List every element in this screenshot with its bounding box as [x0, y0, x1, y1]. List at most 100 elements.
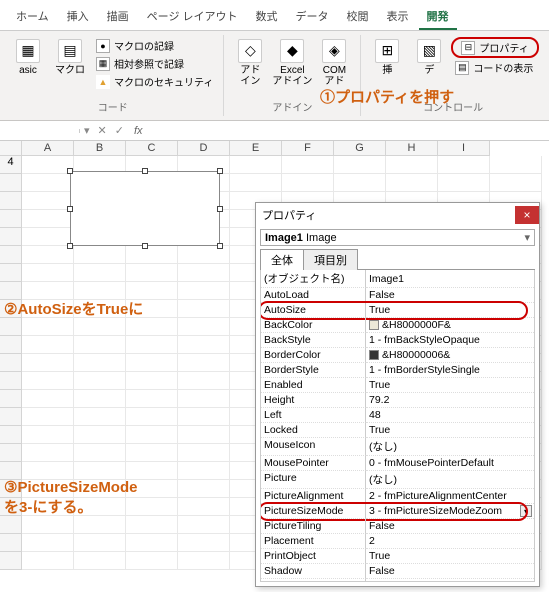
macro-security-button[interactable]: ▲マクロのセキュリティ	[92, 73, 217, 90]
record-macro-button[interactable]: ●マクロの記録	[92, 37, 217, 54]
cell[interactable]	[74, 318, 126, 336]
property-row-Locked[interactable]: LockedTrue	[261, 423, 534, 438]
cell[interactable]	[74, 300, 126, 318]
col-header-H[interactable]: H	[386, 141, 438, 156]
cell[interactable]	[178, 534, 230, 552]
property-value[interactable]: True	[366, 378, 534, 393]
cell[interactable]	[126, 336, 178, 354]
col-header-E[interactable]: E	[230, 141, 282, 156]
view-code-button[interactable]: ▤コードの表示	[451, 59, 538, 76]
cell[interactable]	[386, 156, 438, 174]
resize-handle[interactable]	[67, 243, 73, 249]
visual-basic-button[interactable]: ▦ asic	[8, 37, 48, 78]
property-value[interactable]: (なし)	[366, 471, 534, 489]
property-value[interactable]: 48	[366, 408, 534, 423]
property-value[interactable]: False	[366, 288, 534, 303]
property-value[interactable]: 2 - fmPictureAlignmentCenter	[366, 489, 534, 504]
row-header[interactable]	[0, 336, 22, 354]
property-value[interactable]: &H80000006&	[366, 348, 534, 363]
cell[interactable]	[22, 390, 74, 408]
property-value[interactable]: 2	[366, 534, 534, 549]
close-button[interactable]: ×	[515, 206, 539, 224]
property-value[interactable]: (なし)	[366, 438, 534, 456]
resize-handle[interactable]	[217, 243, 223, 249]
cell[interactable]	[22, 264, 74, 282]
cell[interactable]	[126, 264, 178, 282]
cell[interactable]	[22, 354, 74, 372]
cell[interactable]	[126, 498, 178, 516]
com-addins-button[interactable]: ◈COM アド	[314, 37, 354, 89]
col-header-B[interactable]: B	[74, 141, 126, 156]
resize-handle[interactable]	[217, 168, 223, 174]
cell[interactable]	[490, 156, 542, 174]
cell[interactable]	[178, 282, 230, 300]
cell[interactable]	[178, 444, 230, 462]
ribbon-tab-開発[interactable]: 開発	[419, 4, 457, 30]
property-row-Left[interactable]: Left48	[261, 408, 534, 423]
cell[interactable]	[126, 318, 178, 336]
row-header[interactable]	[0, 300, 22, 318]
resize-handle[interactable]	[67, 168, 73, 174]
cell[interactable]	[126, 408, 178, 426]
property-row-Placement[interactable]: Placement2	[261, 534, 534, 549]
cell[interactable]	[74, 390, 126, 408]
ribbon-tab-ホーム[interactable]: ホーム	[8, 4, 57, 30]
ribbon-tab-ページ レイアウト[interactable]: ページ レイアウト	[139, 4, 246, 30]
cell[interactable]	[126, 246, 178, 264]
property-tab-1[interactable]: 項目別	[303, 249, 358, 270]
cell[interactable]	[178, 516, 230, 534]
col-header-F[interactable]: F	[282, 141, 334, 156]
cell[interactable]	[178, 426, 230, 444]
cell[interactable]	[178, 336, 230, 354]
property-value[interactable]: True	[366, 423, 534, 438]
col-header-D[interactable]: D	[178, 141, 230, 156]
cell[interactable]	[438, 156, 490, 174]
row-header[interactable]	[0, 444, 22, 462]
property-row-PictureAlignment[interactable]: PictureAlignment2 - fmPictureAlignmentCe…	[261, 489, 534, 504]
property-value[interactable]: 0 - fmMousePointerDefault	[366, 456, 534, 471]
object-selector[interactable]: Image1 Image ▾	[260, 229, 535, 246]
property-row-BorderColor[interactable]: BorderColor&H80000006&	[261, 348, 534, 363]
property-value[interactable]: 1 - fmBackStyleOpaque	[366, 333, 534, 348]
excel-addins-button[interactable]: ◆Excel アドイン	[272, 37, 312, 89]
cell[interactable]	[22, 282, 74, 300]
cell[interactable]	[178, 264, 230, 282]
cell[interactable]	[22, 336, 74, 354]
image-control[interactable]	[70, 171, 220, 246]
property-row-Height[interactable]: Height79.2	[261, 393, 534, 408]
cell[interactable]	[74, 534, 126, 552]
insert-control-button[interactable]: ⊞挿	[367, 37, 407, 78]
property-value[interactable]: False	[366, 519, 534, 534]
cell[interactable]	[334, 174, 386, 192]
cell[interactable]	[74, 408, 126, 426]
name-box[interactable]	[0, 129, 80, 133]
row-header[interactable]	[0, 318, 22, 336]
cell[interactable]	[22, 480, 74, 498]
ribbon-tab-表示[interactable]: 表示	[379, 4, 417, 30]
relative-ref-button[interactable]: ▦相対参照で記録	[92, 55, 217, 72]
cell[interactable]	[126, 300, 178, 318]
property-row-AutoSize[interactable]: AutoSizeTrue	[261, 303, 534, 318]
cell[interactable]	[490, 174, 542, 192]
cell[interactable]	[74, 462, 126, 480]
design-mode-button[interactable]: ▧デ	[409, 37, 449, 78]
cell[interactable]	[126, 552, 178, 570]
property-row-MousePointer[interactable]: MousePointer0 - fmMousePointerDefault	[261, 456, 534, 471]
cell[interactable]	[74, 480, 126, 498]
col-header-A[interactable]: A	[22, 141, 74, 156]
cell[interactable]	[438, 174, 490, 192]
property-row-SpecialEffect[interactable]: SpecialEffect0 - fmSpecialEffectFlat	[261, 579, 534, 582]
cell[interactable]	[178, 372, 230, 390]
cell[interactable]	[74, 336, 126, 354]
dropdown-icon[interactable]: ▾	[80, 124, 94, 137]
dropdown-icon[interactable]: ▾	[520, 505, 532, 517]
cell[interactable]	[22, 174, 74, 192]
cell[interactable]	[74, 372, 126, 390]
cell[interactable]	[22, 426, 74, 444]
row-header[interactable]	[0, 210, 22, 228]
enter-icon[interactable]: ✓	[111, 124, 128, 137]
cell[interactable]	[178, 462, 230, 480]
cell[interactable]	[74, 444, 126, 462]
cell[interactable]	[74, 552, 126, 570]
cell[interactable]	[230, 174, 282, 192]
